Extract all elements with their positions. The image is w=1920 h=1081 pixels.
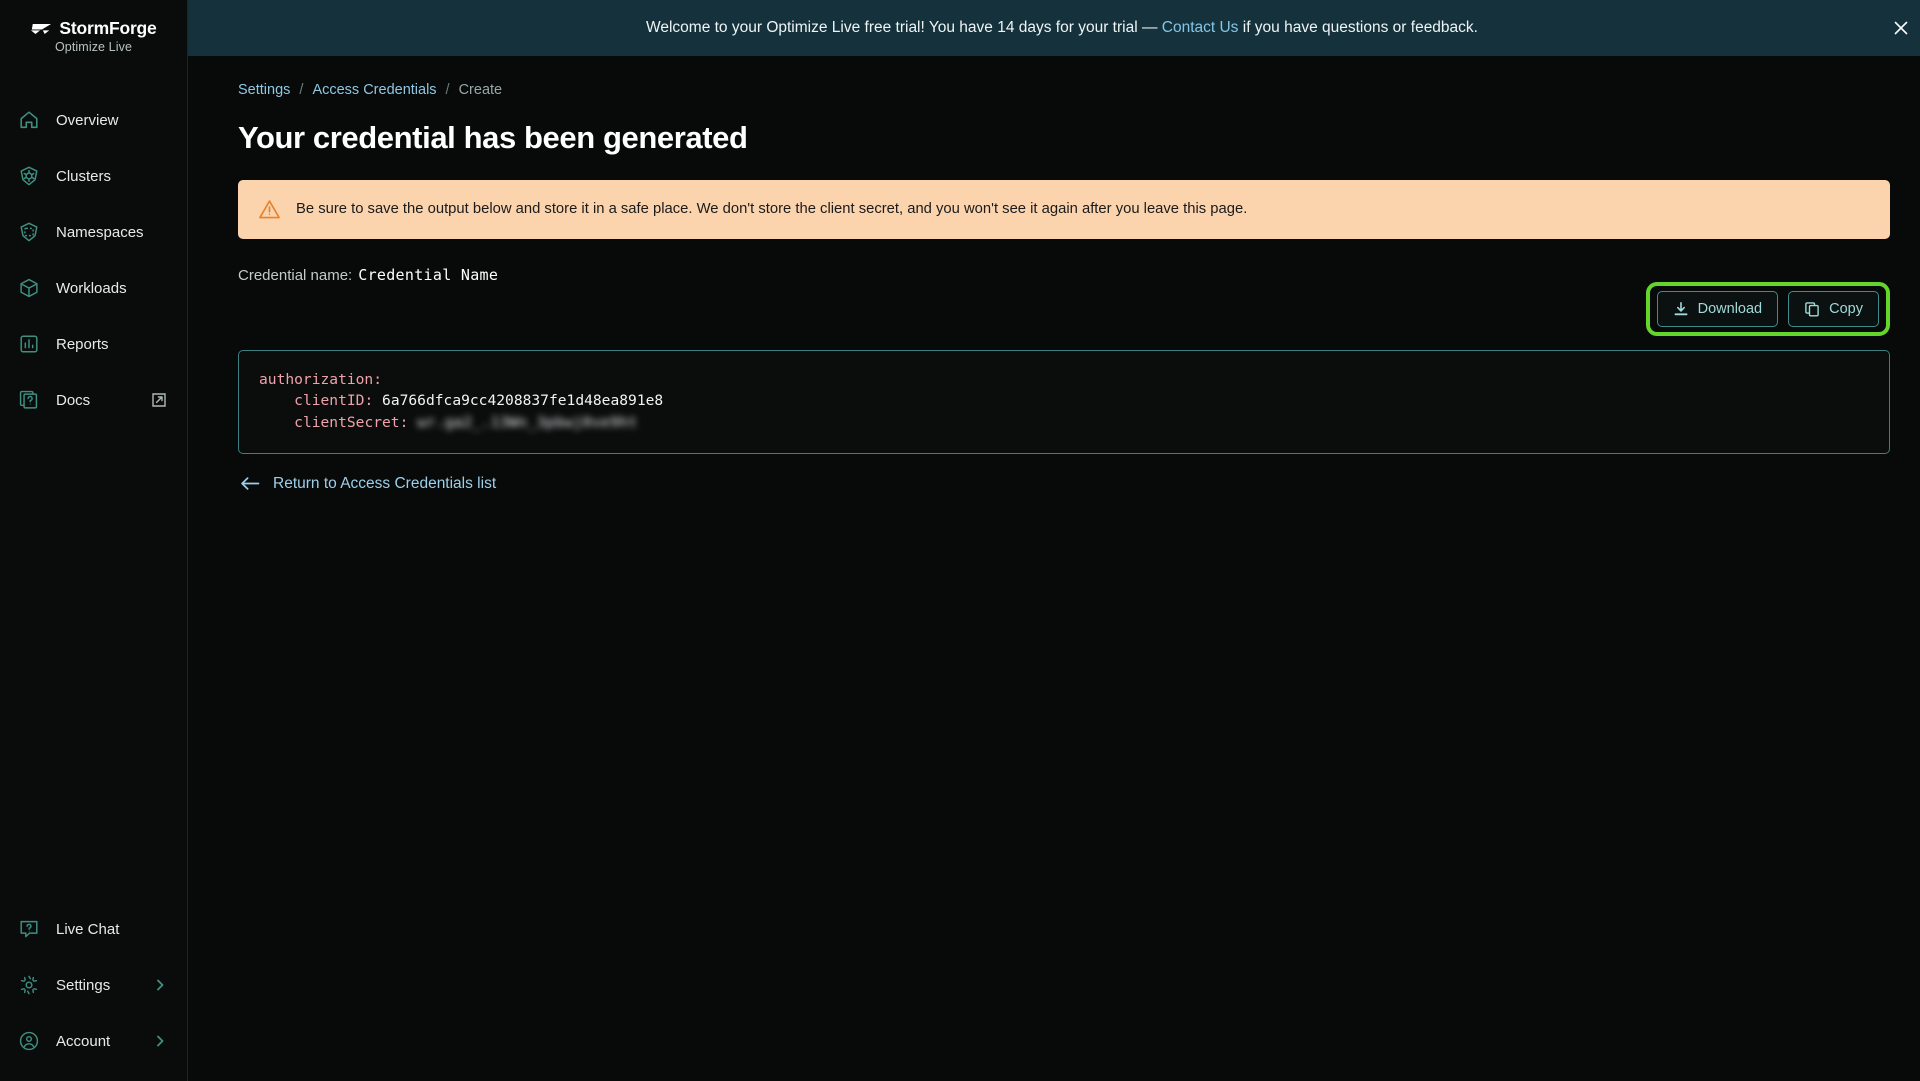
sidebar-item-label: Live Chat: [56, 920, 120, 938]
sidebar-item-workloads[interactable]: Workloads: [0, 260, 187, 316]
cube-icon: [20, 278, 38, 298]
actions-highlight-box: Download Copy: [1645, 282, 1890, 336]
credential-code-block[interactable]: authorization: clientID: 6a766dfca9cc420…: [238, 350, 1890, 454]
trial-banner-text-before: Welcome to your Optimize Live free trial…: [646, 19, 1162, 36]
sidebar-nav: Overview Clusters Namespaces Workloads R…: [0, 92, 187, 428]
sidebar-item-label: Overview: [56, 111, 119, 129]
chevron-right-icon: [157, 1035, 164, 1047]
trial-banner-text-after: if you have questions or feedback.: [1238, 19, 1478, 36]
main-area: Welcome to your Optimize Live free trial…: [188, 0, 1920, 1081]
chevron-right-icon: [157, 979, 164, 991]
warning-triangle-icon: [259, 200, 280, 219]
breadcrumb-item-create: Create: [458, 82, 503, 98]
sidebar-item-reports[interactable]: Reports: [0, 316, 187, 372]
sidebar-item-docs[interactable]: Docs: [0, 372, 187, 428]
sidebar-item-label: Account: [56, 1032, 111, 1050]
contact-us-link[interactable]: Contact Us: [1162, 19, 1239, 36]
banner-close-button[interactable]: [1888, 15, 1914, 41]
code-line-authorization: authorization:: [259, 369, 1869, 390]
download-button-label: Download: [1697, 301, 1763, 317]
sidebar-item-label: Namespaces: [56, 223, 144, 241]
sidebar-item-overview[interactable]: Overview: [0, 92, 187, 148]
code-line-client-secret: clientSecret: wr.ga2_.13Wn_3pbwj0ve9ht: [259, 412, 1869, 433]
credential-name-value: Credential Name: [358, 266, 499, 284]
breadcrumb-item-settings[interactable]: Settings: [238, 82, 290, 98]
sidebar-item-label: Workloads: [56, 279, 127, 297]
return-link-label: Return to Access Credentials list: [273, 474, 497, 492]
code-value-client-secret: wr.ga2_.13Wn_3pbwj0ve9ht: [417, 413, 638, 431]
docs-question-icon: [19, 390, 38, 409]
brand-subtitle: Optimize Live: [54, 40, 133, 54]
brand-name: StormForge: [59, 18, 157, 38]
home-icon: [20, 111, 38, 129]
trial-banner: Welcome to your Optimize Live free trial…: [188, 0, 1920, 56]
chat-question-icon: [20, 920, 38, 938]
code-key-client-id: clientID:: [294, 392, 374, 410]
stormforge-logo-icon: [31, 23, 52, 34]
sidebar-item-label: Clusters: [56, 167, 112, 185]
sidebar-bottom-nav: Live Chat Settings Account: [0, 901, 187, 1081]
close-icon: [1894, 21, 1908, 35]
credential-name-label: Credential name:: [238, 267, 353, 284]
namespace-icon: [20, 222, 38, 242]
credential-actions-row: Download Copy: [234, 282, 1890, 336]
external-link-icon: [152, 393, 166, 407]
credential-name-row: Credential name: Credential Name: [238, 266, 1890, 284]
gear-icon: [20, 975, 38, 995]
sidebar-item-settings[interactable]: Settings: [0, 957, 187, 1013]
breadcrumb-separator: /: [299, 82, 304, 98]
sidebar-item-label: Settings: [56, 976, 111, 994]
breadcrumb: Settings / Access Credentials / Create: [234, 82, 1890, 98]
code-key-authorization: authorization:: [259, 371, 383, 388]
sidebar-item-live-chat[interactable]: Live Chat: [0, 901, 187, 957]
sidebar: StormForge Optimize Live Overview Cluste…: [0, 0, 188, 1081]
app-root: StormForge Optimize Live Overview Cluste…: [0, 0, 1920, 1081]
brand-block[interactable]: StormForge Optimize Live: [0, 0, 187, 70]
copy-button-label: Copy: [1829, 301, 1863, 317]
sidebar-item-label: Docs: [56, 391, 91, 409]
bar-chart-icon: [20, 335, 38, 353]
sidebar-item-clusters[interactable]: Clusters: [0, 148, 187, 204]
return-to-access-credentials-link[interactable]: Return to Access Credentials list: [240, 475, 496, 493]
code-value-client-id: 6a766dfca9cc4208837fe1d48ea891e8: [382, 392, 664, 410]
sidebar-item-namespaces[interactable]: Namespaces: [0, 204, 187, 260]
sidebar-item-label: Reports: [56, 335, 109, 353]
breadcrumb-item-access-credentials[interactable]: Access Credentials: [312, 82, 436, 98]
download-button[interactable]: Download: [1656, 291, 1779, 327]
user-circle-icon: [19, 1031, 39, 1051]
kubernetes-icon: [20, 166, 38, 186]
copy-icon: [1805, 302, 1819, 317]
warning-alert: Be sure to save the output below and sto…: [238, 180, 1890, 239]
code-line-client-id: clientID: 6a766dfca9cc4208837fe1d48ea891…: [259, 390, 1869, 411]
download-icon: [1674, 302, 1688, 316]
copy-button[interactable]: Copy: [1788, 291, 1879, 327]
breadcrumb-separator: /: [445, 82, 450, 98]
sidebar-item-account[interactable]: Account: [0, 1013, 187, 1069]
code-key-client-secret: clientSecret:: [294, 413, 409, 431]
page-content: Settings / Access Credentials / Create Y…: [188, 56, 1920, 497]
page-title: Your credential has been generated: [238, 120, 748, 155]
arrow-left-icon: [241, 477, 260, 491]
trial-banner-text: Welcome to your Optimize Live free trial…: [646, 19, 1478, 37]
warning-alert-message: Be sure to save the output below and sto…: [296, 200, 1248, 217]
